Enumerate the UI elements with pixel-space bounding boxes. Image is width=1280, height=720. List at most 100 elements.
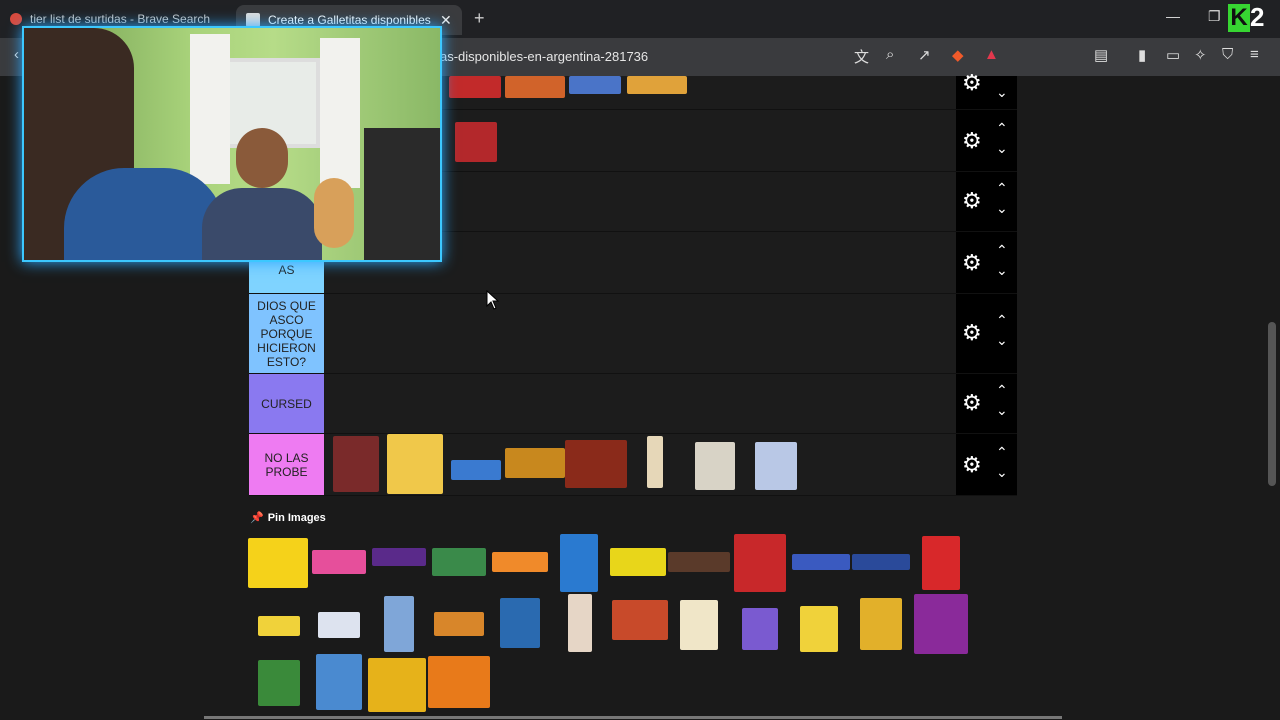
gear-icon[interactable]: ⚙ <box>962 250 982 276</box>
new-tab-button[interactable]: + <box>474 8 485 29</box>
cookie-pack[interactable] <box>668 552 730 572</box>
cookie-pack[interactable] <box>368 658 426 712</box>
cookie-pack[interactable] <box>500 598 540 648</box>
cookie-pack[interactable] <box>695 442 735 490</box>
cookie-pack[interactable] <box>560 534 598 592</box>
cookie-pack[interactable] <box>451 460 501 480</box>
tier-items[interactable] <box>325 294 956 373</box>
address-bar[interactable]: as-disponibles-en-argentina-281736 <box>440 49 648 64</box>
chevron-down-icon[interactable]: ⌄ <box>996 332 1008 349</box>
cookie-pack[interactable] <box>492 552 548 572</box>
zoom-icon[interactable]: ⌕ <box>886 46 894 63</box>
cookie-pack[interactable] <box>742 608 778 650</box>
cookie-pack[interactable] <box>610 548 666 576</box>
horizontal-scrollbar[interactable] <box>204 716 1062 719</box>
tier-controls: ⚙ ⌃ ⌄ <box>956 434 1017 495</box>
cookie-pack[interactable] <box>428 656 490 708</box>
gear-icon[interactable]: ⚙ <box>962 188 982 214</box>
chevron-up-icon[interactable]: ⌃ <box>996 180 1008 197</box>
cookie-pack[interactable] <box>647 436 663 488</box>
chevron-down-icon[interactable]: ⌄ <box>996 140 1008 157</box>
tier-controls: ⚙ ⌃ ⌄ <box>956 374 1017 433</box>
chevron-up-icon[interactable]: ⌃ <box>996 444 1008 461</box>
leo-icon[interactable]: ✧ <box>1194 46 1207 64</box>
tier-controls: ⚙ ⌃ ⌄ <box>956 232 1017 293</box>
chevron-down-icon[interactable]: ⌄ <box>996 84 1008 101</box>
cookie-pack[interactable] <box>316 654 362 710</box>
cookie-pack[interactable] <box>258 660 300 706</box>
chevron-up-icon[interactable]: ⌃ <box>996 382 1008 399</box>
cookie-pack[interactable] <box>565 440 627 488</box>
cookie-pack[interactable] <box>755 442 797 490</box>
back-icon[interactable]: ‹ <box>14 46 19 63</box>
chevron-down-icon[interactable]: ⌄ <box>996 402 1008 419</box>
cookie-pack[interactable] <box>505 76 565 98</box>
tab-title: tier list de surtidas - Brave Search <box>30 12 211 26</box>
gear-icon[interactable]: ⚙ <box>962 128 982 154</box>
cookie-pack[interactable] <box>800 606 838 652</box>
cookie-pack[interactable] <box>680 600 718 650</box>
tier-items[interactable] <box>325 374 956 433</box>
gear-icon[interactable]: ⚙ <box>962 320 982 346</box>
cookie-pack[interactable] <box>505 448 565 478</box>
vertical-scrollbar[interactable] <box>1268 322 1276 486</box>
cookie-pack[interactable] <box>387 434 443 494</box>
cookie-pack[interactable] <box>612 600 668 640</box>
jacket-image <box>364 128 440 260</box>
cookie-pack[interactable] <box>434 612 484 636</box>
tier-label[interactable]: DIOS QUE ASCO PORQUE HICIERON ESTO? <box>249 294 324 373</box>
pin-icon: 📌 <box>250 512 264 524</box>
translate-icon[interactable]: 文 <box>854 46 869 67</box>
cookie-pack[interactable] <box>734 534 786 592</box>
reader-icon[interactable]: ▤ <box>1094 46 1108 64</box>
gear-icon[interactable]: ⚙ <box>962 390 982 416</box>
cookie-pack[interactable] <box>384 596 414 652</box>
person-right-shirt <box>202 188 322 260</box>
chevron-up-icon[interactable]: ⌃ <box>996 242 1008 259</box>
sidebar-icon[interactable]: ▮ <box>1138 46 1146 64</box>
pin-images-title: Pin Images <box>267 512 326 524</box>
pin-images-heading: 📌 Pin Images <box>250 511 326 524</box>
cookie-pack[interactable] <box>318 612 360 638</box>
chevron-down-icon[interactable]: ⌄ <box>996 200 1008 217</box>
cookie-pack[interactable] <box>248 538 308 588</box>
brave-rewards-icon[interactable]: ▲ <box>984 46 999 63</box>
chevron-up-icon[interactable]: ⌃ <box>996 120 1008 137</box>
gear-icon[interactable]: ⚙ <box>962 452 982 478</box>
chevron-up-icon[interactable]: ⌃ <box>996 312 1008 329</box>
chevron-down-icon[interactable]: ⌄ <box>996 262 1008 279</box>
guitar-image <box>314 178 354 248</box>
share-icon[interactable]: ↗ <box>918 46 931 64</box>
tier-row: DIOS QUE ASCO PORQUE HICIERON ESTO? ⚙ ⌃ … <box>249 294 1017 374</box>
cookie-pack[interactable] <box>627 76 687 94</box>
cookie-pack[interactable] <box>449 76 501 98</box>
cookie-pack[interactable] <box>455 122 497 162</box>
vpn-icon[interactable]: ⛉ <box>1222 46 1233 63</box>
cookie-pack[interactable] <box>258 616 300 636</box>
minimize-icon[interactable]: — <box>1166 8 1180 24</box>
cookie-pack[interactable] <box>914 594 968 654</box>
tier-label[interactable]: NO LAS PROBE <box>249 434 324 495</box>
cookie-pack[interactable] <box>372 548 426 566</box>
channel-logo: K2 <box>1228 2 1274 34</box>
cookie-pack[interactable] <box>852 554 910 570</box>
tier-items[interactable] <box>325 434 956 495</box>
cookie-pack[interactable] <box>569 76 621 94</box>
cookie-pack[interactable] <box>568 594 592 652</box>
cookie-pack[interactable] <box>792 554 850 570</box>
webcam-overlay <box>22 26 442 262</box>
cookie-pack[interactable] <box>860 598 902 650</box>
gear-icon[interactable]: ⚙ <box>962 70 982 96</box>
brave-shields-icon[interactable]: ◆ <box>952 46 964 64</box>
wallet-icon[interactable]: ▭ <box>1166 46 1180 64</box>
restore-icon[interactable]: ❐ <box>1208 8 1221 25</box>
cookie-pack[interactable] <box>333 436 379 492</box>
tier-label[interactable]: CURSED <box>249 374 324 433</box>
menu-icon[interactable]: ≡ <box>1250 46 1259 63</box>
mouse-cursor <box>486 290 500 310</box>
chevron-down-icon[interactable]: ⌄ <box>996 464 1008 481</box>
cookie-pack[interactable] <box>312 550 366 574</box>
cookie-pack[interactable] <box>432 548 486 576</box>
tier-controls: ⚙ ⌃ ⌄ <box>956 172 1017 231</box>
cookie-pack[interactable] <box>922 536 960 590</box>
